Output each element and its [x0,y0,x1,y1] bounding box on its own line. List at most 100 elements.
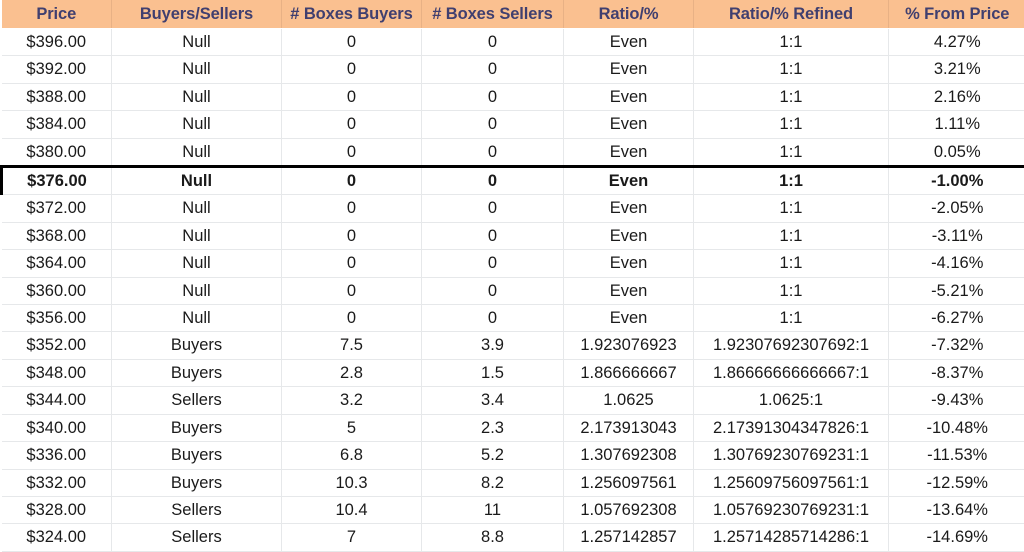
cell-ratio[interactable]: 1.866666667 [564,359,694,386]
cell-ratio[interactable]: 1.0625 [564,387,694,414]
cell-boxes-buyers[interactable]: 3.2 [282,387,422,414]
cell-price[interactable]: $332.00 [2,469,112,496]
cell-ratio-refined[interactable]: 1:1 [694,195,889,222]
cell-boxes-sellers[interactable]: 2.3 [422,414,564,441]
cell-price[interactable]: $392.00 [2,56,112,83]
cell-price[interactable]: $380.00 [2,138,112,166]
cell-ratio[interactable]: Even [564,277,694,304]
table-row[interactable]: $372.00Null00Even1:1-2.05% [2,195,1024,222]
cell-ratio-refined[interactable]: 1:1 [694,29,889,56]
table-row[interactable]: $360.00Null00Even1:1-5.21% [2,277,1024,304]
cell-boxes-buyers[interactable]: 0 [282,222,422,249]
cell-buyers-sellers[interactable]: Null [112,138,282,166]
cell-ratio-refined[interactable]: 2.17391304347826:1 [694,414,889,441]
cell-percent-from-price[interactable]: 2.16% [889,83,1024,110]
cell-percent-from-price[interactable]: -2.05% [889,195,1024,222]
cell-boxes-buyers[interactable]: 10.4 [282,496,422,523]
cell-boxes-buyers[interactable]: 0 [282,138,422,166]
cell-ratio-refined[interactable]: 1:1 [694,277,889,304]
cell-price[interactable]: $384.00 [2,111,112,138]
cell-buyers-sellers[interactable]: Buyers [112,442,282,469]
cell-ratio[interactable]: Even [564,83,694,110]
cell-boxes-buyers[interactable]: 0 [282,250,422,277]
cell-percent-from-price[interactable]: 3.21% [889,56,1024,83]
table-row[interactable]: $348.00Buyers2.81.51.8666666671.86666666… [2,359,1024,386]
cell-ratio[interactable]: Even [564,222,694,249]
cell-price[interactable]: $372.00 [2,195,112,222]
cell-ratio[interactable]: 1.057692308 [564,496,694,523]
cell-boxes-sellers[interactable]: 5.2 [422,442,564,469]
cell-buyers-sellers[interactable]: Null [112,29,282,56]
table-row[interactable]: $332.00Buyers10.38.21.2560975611.2560975… [2,469,1024,496]
cell-price[interactable]: $360.00 [2,277,112,304]
cell-ratio-refined[interactable]: 1.0625:1 [694,387,889,414]
cell-boxes-sellers[interactable]: 1.5 [422,359,564,386]
cell-price[interactable]: $352.00 [2,332,112,359]
table-row[interactable]: $392.00Null00Even1:13.21% [2,56,1024,83]
cell-boxes-sellers[interactable]: 0 [422,138,564,166]
cell-price[interactable]: $388.00 [2,83,112,110]
cell-boxes-buyers[interactable]: 0 [282,29,422,56]
cell-ratio[interactable]: Even [564,250,694,277]
cell-buyers-sellers[interactable]: Null [112,56,282,83]
cell-price[interactable]: $348.00 [2,359,112,386]
cell-ratio[interactable]: 1.256097561 [564,469,694,496]
table-row[interactable]: $376.00Null00Even1:1-1.00% [2,167,1024,195]
column-header-price[interactable]: Price [2,0,112,29]
table-row[interactable]: $380.00Null00Even1:10.05% [2,138,1024,166]
cell-percent-from-price[interactable]: -6.27% [889,305,1024,332]
cell-ratio[interactable]: 1.923076923 [564,332,694,359]
cell-boxes-sellers[interactable]: 0 [422,195,564,222]
cell-boxes-buyers[interactable]: 6.8 [282,442,422,469]
cell-ratio-refined[interactable]: 1:1 [694,111,889,138]
cell-boxes-buyers[interactable]: 0 [282,305,422,332]
cell-ratio-refined[interactable]: 1.25609756097561:1 [694,469,889,496]
cell-ratio-refined[interactable]: 1:1 [694,305,889,332]
cell-buyers-sellers[interactable]: Null [112,305,282,332]
cell-ratio-refined[interactable]: 1.05769230769231:1 [694,496,889,523]
cell-boxes-sellers[interactable]: 3.9 [422,332,564,359]
cell-price[interactable]: $344.00 [2,387,112,414]
cell-boxes-sellers[interactable]: 3.4 [422,387,564,414]
cell-percent-from-price[interactable]: -5.21% [889,277,1024,304]
cell-ratio-refined[interactable]: 1.86666666666667:1 [694,359,889,386]
cell-ratio[interactable]: 1.307692308 [564,442,694,469]
cell-buyers-sellers[interactable]: Buyers [112,359,282,386]
cell-percent-from-price[interactable]: -9.43% [889,387,1024,414]
cell-boxes-buyers[interactable]: 7 [282,524,422,551]
cell-ratio-refined[interactable]: 1:1 [694,83,889,110]
cell-percent-from-price[interactable]: -10.48% [889,414,1024,441]
cell-percent-from-price[interactable]: -8.37% [889,359,1024,386]
cell-ratio-refined[interactable]: 1:1 [694,250,889,277]
table-row[interactable]: $384.00Null00Even1:11.11% [2,111,1024,138]
cell-ratio[interactable]: Even [564,195,694,222]
cell-price[interactable]: $324.00 [2,524,112,551]
cell-ratio-refined[interactable]: 1.92307692307692:1 [694,332,889,359]
cell-percent-from-price[interactable]: 1.11% [889,111,1024,138]
cell-percent-from-price[interactable]: -3.11% [889,222,1024,249]
cell-ratio-refined[interactable]: 1:1 [694,56,889,83]
cell-price[interactable]: $336.00 [2,442,112,469]
cell-buyers-sellers[interactable]: Null [112,111,282,138]
column-header-boxes-sellers[interactable]: # Boxes Sellers [422,0,564,29]
cell-ratio-refined[interactable]: 1.30769230769231:1 [694,442,889,469]
cell-boxes-buyers[interactable]: 0 [282,56,422,83]
cell-percent-from-price[interactable]: -4.16% [889,250,1024,277]
cell-buyers-sellers[interactable]: Sellers [112,387,282,414]
cell-boxes-buyers[interactable]: 0 [282,111,422,138]
table-row[interactable]: $336.00Buyers6.85.21.3076923081.30769230… [2,442,1024,469]
cell-boxes-buyers[interactable]: 7.5 [282,332,422,359]
table-row[interactable]: $364.00Null00Even1:1-4.16% [2,250,1024,277]
cell-boxes-sellers[interactable]: 0 [422,111,564,138]
cell-ratio[interactable]: Even [564,56,694,83]
cell-buyers-sellers[interactable]: Null [112,195,282,222]
cell-buyers-sellers[interactable]: Null [112,222,282,249]
cell-boxes-buyers[interactable]: 2.8 [282,359,422,386]
cell-buyers-sellers[interactable]: Null [112,250,282,277]
cell-boxes-sellers[interactable]: 8.2 [422,469,564,496]
table-row[interactable]: $388.00Null00Even1:12.16% [2,83,1024,110]
cell-buyers-sellers[interactable]: Null [112,167,282,195]
cell-boxes-buyers[interactable]: 0 [282,167,422,195]
cell-boxes-buyers[interactable]: 10.3 [282,469,422,496]
cell-ratio-refined[interactable]: 1:1 [694,138,889,166]
